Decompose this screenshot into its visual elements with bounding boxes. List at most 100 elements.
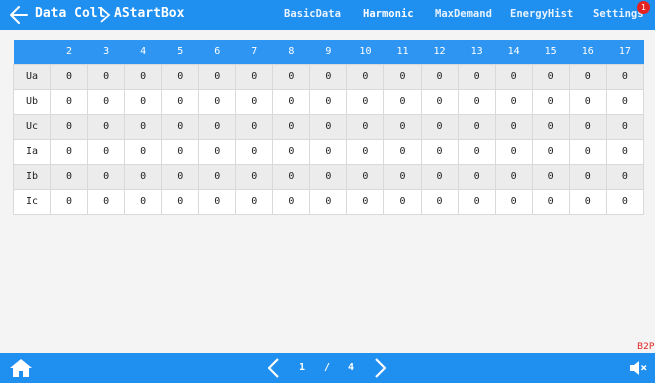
table-cell: 0 — [50, 138, 89, 165]
table-cell: 0 — [420, 138, 459, 165]
table-cell: 0 — [568, 138, 607, 165]
table-header-row: 2 3 4 5 6 7 8 9 10 11 12 13 14 15 16 17 — [13, 40, 644, 64]
table-cell: 0 — [161, 138, 200, 165]
table-cell: 0 — [309, 113, 348, 140]
tab-basicdata[interactable]: BasicData — [284, 8, 341, 20]
table-cell: 0 — [457, 63, 496, 90]
back-button[interactable] — [6, 4, 30, 26]
table-cell: 0 — [568, 163, 607, 190]
table-cell: 0 — [272, 188, 311, 215]
table-cell: 0 — [87, 138, 126, 165]
table-cell: 0 — [124, 138, 163, 165]
table-cell: 0 — [605, 63, 645, 90]
table-cell: 0 — [531, 88, 570, 115]
row-label: Ic — [12, 188, 52, 215]
table-cell: 0 — [457, 88, 496, 115]
table-cell: 0 — [346, 163, 385, 190]
table-cell: 0 — [346, 88, 385, 115]
table-cell: 0 — [383, 88, 422, 115]
table-cell: 0 — [605, 188, 645, 215]
table-cell: 0 — [420, 88, 459, 115]
table-cell: 0 — [420, 188, 459, 215]
column-header-harmonic-17: 17 — [606, 40, 644, 64]
table-cell: 0 — [161, 163, 200, 190]
column-header-harmonic-9: 9 — [309, 40, 347, 64]
table-cell: 0 — [272, 163, 311, 190]
table-cell: 0 — [235, 188, 274, 215]
table-cell: 0 — [87, 188, 126, 215]
table-cell: 0 — [420, 113, 459, 140]
tab-harmonic[interactable]: Harmonic — [363, 8, 414, 20]
table-cell: 0 — [309, 188, 348, 215]
table-cell: 0 — [272, 138, 311, 165]
tab-maxdemand[interactable]: MaxDemand — [435, 8, 492, 20]
table-cell: 0 — [346, 138, 385, 165]
table-cell: 0 — [605, 138, 645, 165]
table-cell: 0 — [494, 88, 533, 115]
table-cell: 0 — [235, 163, 274, 190]
table-cell: 0 — [383, 188, 422, 215]
table-cell: 0 — [531, 163, 570, 190]
breadcrumb-current: AStartBox — [114, 6, 185, 21]
column-header-harmonic-12: 12 — [421, 40, 459, 64]
table-cell: 0 — [457, 113, 496, 140]
page-total: 4 — [348, 362, 355, 373]
table-cell: 0 — [420, 63, 459, 90]
table-row: Ub 0 0 0 0 0 0 0 0 0 0 0 0 0 0 0 0 — [12, 88, 645, 115]
breadcrumb-parent[interactable]: Data Coll — [35, 6, 105, 21]
table-cell: 0 — [235, 63, 274, 90]
speaker-mute-icon[interactable] — [628, 359, 648, 377]
table-cell: 0 — [161, 113, 200, 140]
column-header-harmonic-15: 15 — [532, 40, 570, 64]
table-cell: 0 — [50, 113, 89, 140]
column-header-harmonic-7: 7 — [235, 40, 273, 64]
table-cell: 0 — [272, 63, 311, 90]
table-row: Ic 0 0 0 0 0 0 0 0 0 0 0 0 0 0 0 0 — [12, 188, 645, 215]
row-label: Ua — [12, 63, 52, 90]
table-cell: 0 — [235, 113, 274, 140]
table-cell: 0 — [605, 113, 645, 140]
table-cell: 0 — [235, 138, 274, 165]
table-cell: 0 — [124, 88, 163, 115]
bottom-bar: 1 / 4 — [0, 353, 655, 383]
top-bar: Data Coll AStartBox BasicData Harmonic M… — [0, 0, 655, 30]
table-cell: 0 — [531, 138, 570, 165]
column-header-harmonic-10: 10 — [346, 40, 384, 64]
table-cell: 0 — [124, 63, 163, 90]
table-cell: 0 — [531, 188, 570, 215]
table-cell: 0 — [124, 163, 163, 190]
table-row: Ua 0 0 0 0 0 0 0 0 0 0 0 0 0 0 0 0 — [12, 63, 645, 90]
chevron-left-icon[interactable] — [266, 358, 282, 378]
table-cell: 0 — [568, 63, 607, 90]
table-cell: 0 — [198, 163, 237, 190]
table-cell: 0 — [383, 163, 422, 190]
home-icon[interactable] — [9, 358, 33, 378]
table-cell: 0 — [198, 138, 237, 165]
table-cell: 0 — [531, 113, 570, 140]
table-cell: 0 — [568, 188, 607, 215]
page-current: 1 — [299, 362, 306, 373]
table-cell: 0 — [494, 188, 533, 215]
column-header-corner — [13, 40, 51, 64]
table-row: Uc 0 0 0 0 0 0 0 0 0 0 0 0 0 0 0 0 — [12, 113, 645, 140]
chevron-right-icon[interactable] — [372, 358, 388, 378]
table-cell: 0 — [309, 138, 348, 165]
column-header-harmonic-8: 8 — [272, 40, 310, 64]
column-header-harmonic-13: 13 — [458, 40, 496, 64]
table-cell: 0 — [605, 163, 645, 190]
table-cell: 0 — [87, 113, 126, 140]
notification-badge: 1 — [637, 1, 650, 14]
arrow-left-icon — [10, 6, 28, 24]
table-cell: 0 — [457, 138, 496, 165]
table-cell: 0 — [198, 63, 237, 90]
table-cell: 0 — [272, 88, 311, 115]
tab-energyhist[interactable]: EnergyHist — [510, 8, 573, 20]
table-cell: 0 — [198, 88, 237, 115]
table-cell: 0 — [272, 113, 311, 140]
column-header-harmonic-4: 4 — [124, 40, 162, 64]
table-cell: 0 — [50, 188, 89, 215]
table-cell: 0 — [531, 63, 570, 90]
table-cell: 0 — [124, 113, 163, 140]
tab-settings[interactable]: Settings — [593, 8, 644, 20]
table-cell: 0 — [568, 88, 607, 115]
